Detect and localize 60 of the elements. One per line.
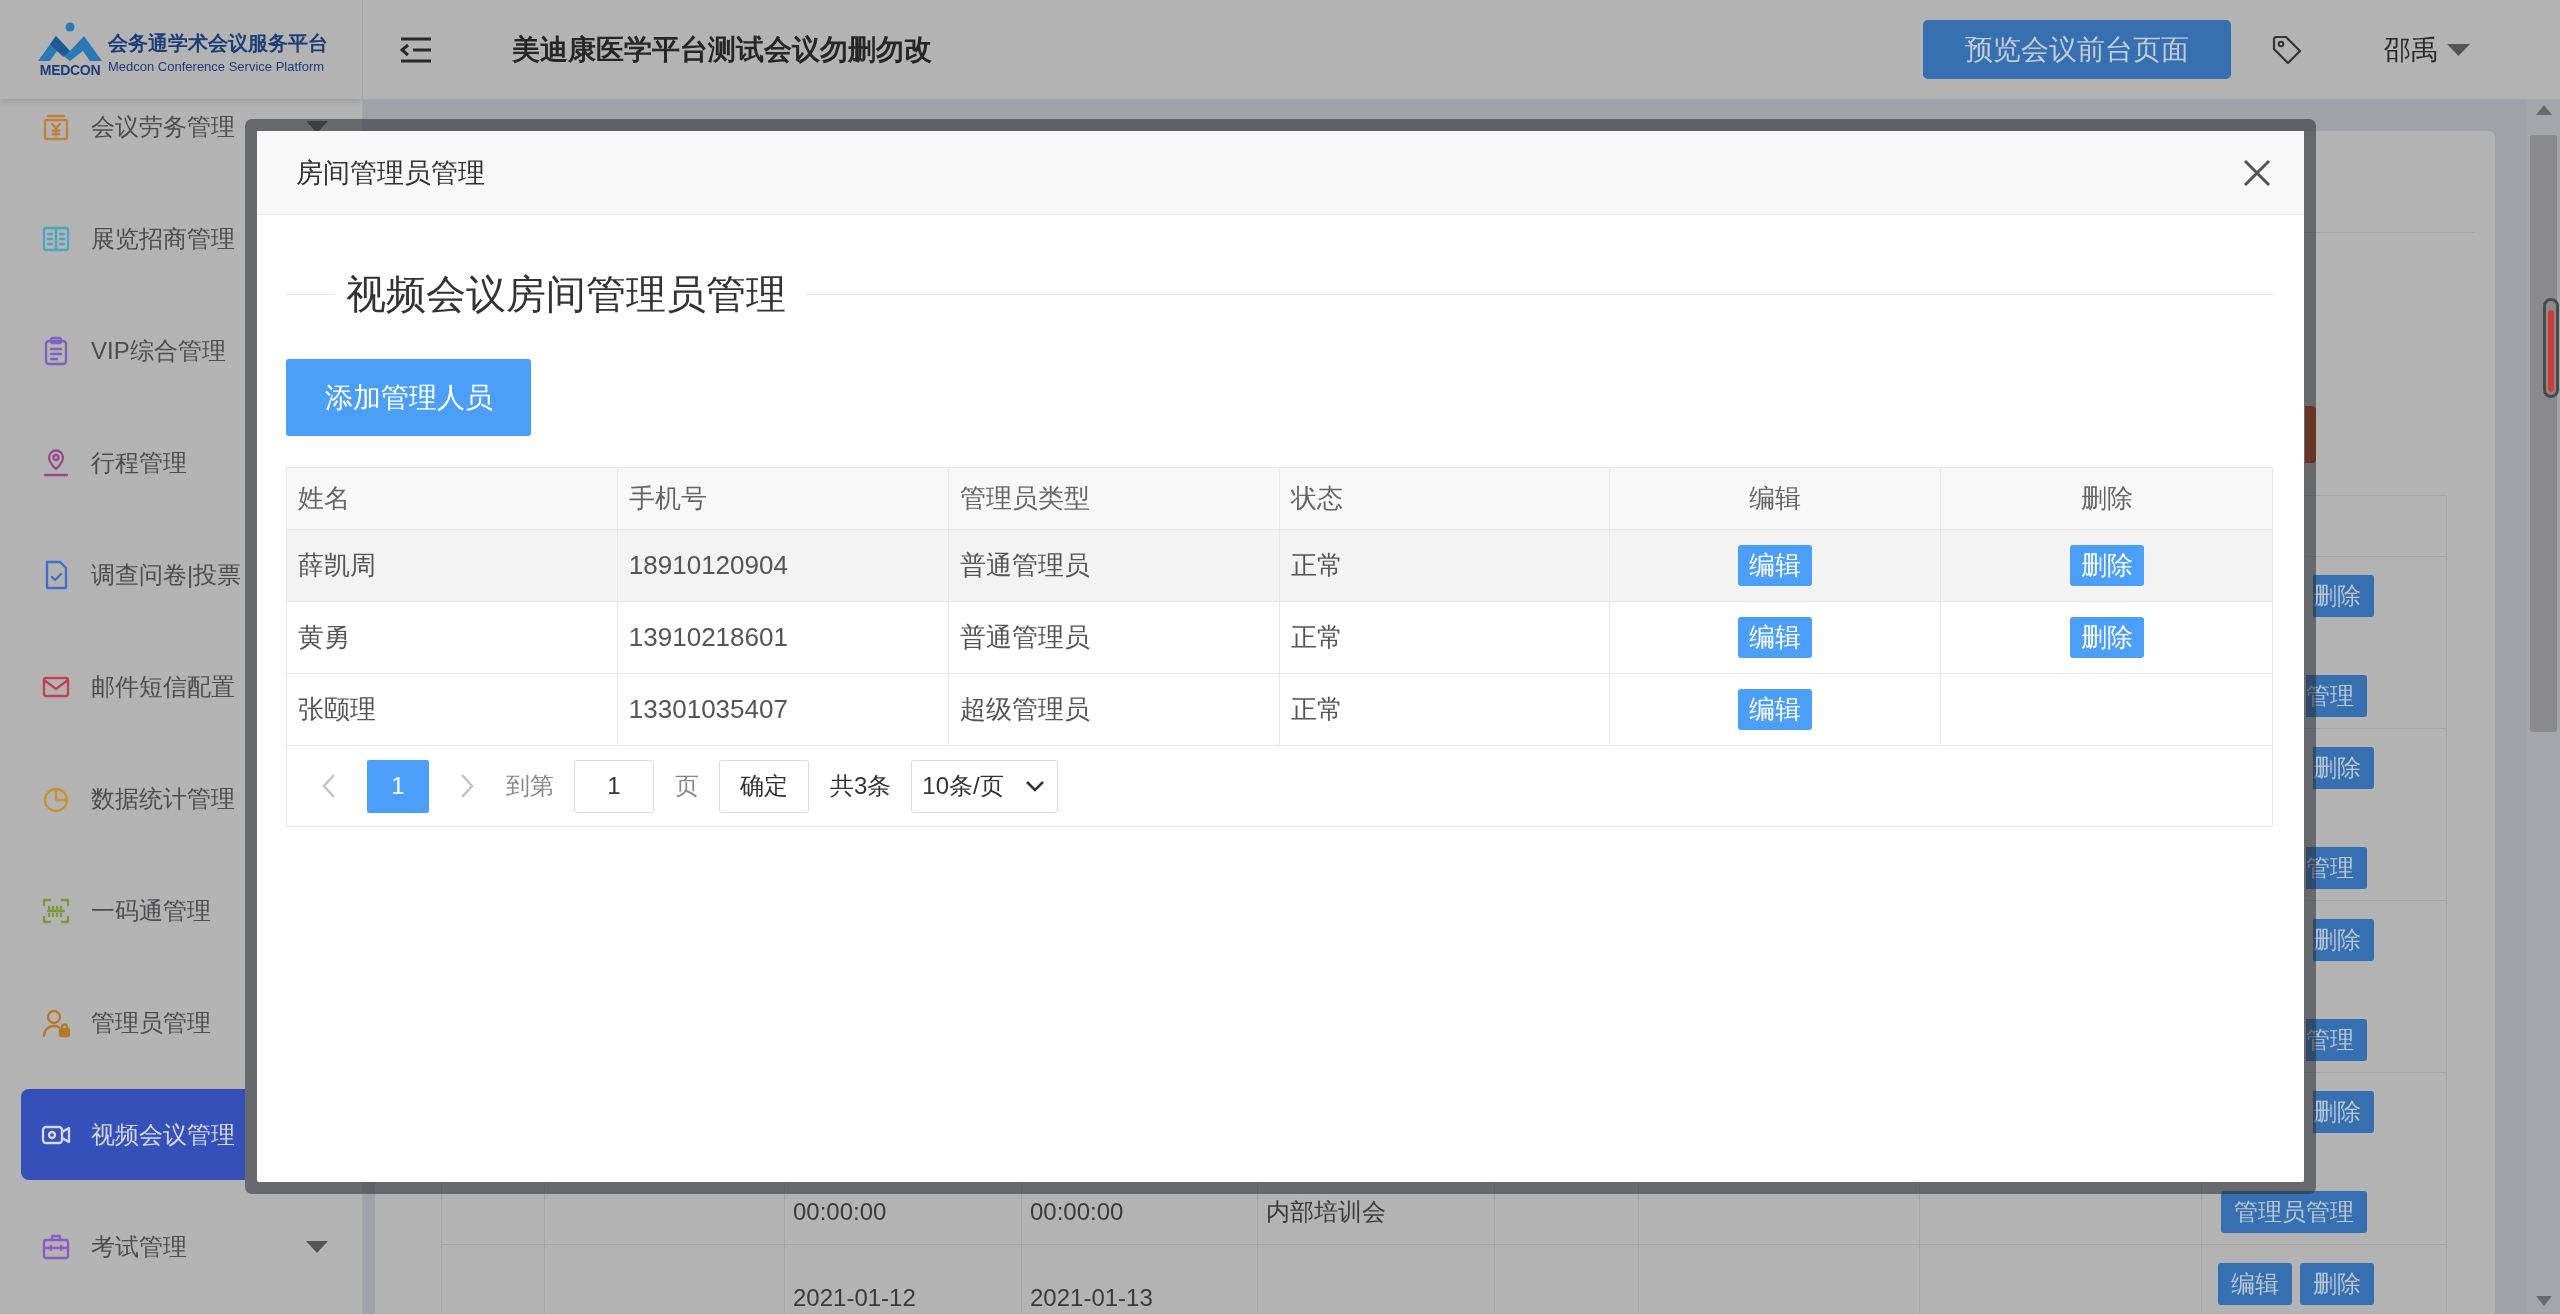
table-cell: 张颐理 xyxy=(287,674,618,746)
page-suffix: 页 xyxy=(675,771,699,801)
add-admin-button[interactable]: 添加管理人员 xyxy=(286,359,531,436)
logo-subtitle: Medcon Conference Service Platform xyxy=(108,58,326,74)
preview-button[interactable]: 预览会议前台页面 xyxy=(1923,20,2231,79)
table-button[interactable]: 管理 xyxy=(2306,847,2367,889)
table-cell: 超级管理员 xyxy=(948,674,1280,746)
scroll-down-icon[interactable] xyxy=(2535,1296,2552,1306)
scrollbar[interactable] xyxy=(2527,99,2560,1314)
table-button[interactable]: 删除 xyxy=(2313,575,2374,617)
table-button[interactable]: 管理员管理 xyxy=(2221,1191,2367,1233)
sidebar-item[interactable]: 邮件短信配置 xyxy=(21,641,245,732)
table-cell: 2021-01-13 xyxy=(1022,1245,1258,1314)
user-name[interactable]: 邵禹 xyxy=(2384,31,2438,68)
table-button[interactable]: 编辑 xyxy=(2218,1263,2292,1305)
sidebar-item[interactable]: 考试管理 xyxy=(21,1201,341,1292)
table-button[interactable]: 删除 xyxy=(2313,747,2374,789)
logo-title: 会务通学术会议服务平台 xyxy=(108,31,328,55)
scrollbar-thumb[interactable] xyxy=(2530,135,2557,732)
sidebar-item[interactable]: 行程管理 xyxy=(21,417,245,508)
page-title: 美迪康医学平台测试会议勿删勿改 xyxy=(512,32,932,67)
goto-label: 到第 xyxy=(506,771,554,801)
delete-button[interactable]: 删除 xyxy=(2069,617,2144,658)
tag-icon[interactable] xyxy=(2271,33,2303,66)
scroll-marker-icon xyxy=(2543,298,2559,398)
chevron-down-icon xyxy=(1025,780,1046,792)
confirm-button[interactable]: 确定 xyxy=(719,759,809,813)
chevron-left-icon[interactable] xyxy=(321,773,337,799)
table-cell: 2021-01-12 xyxy=(785,1245,1022,1314)
page-input[interactable]: 1 xyxy=(574,759,654,813)
caret-down-icon[interactable] xyxy=(306,120,328,133)
sidebar-item[interactable]: 展览招商管理 xyxy=(21,193,245,284)
sidebar-item[interactable]: 一码通管理 xyxy=(21,865,245,956)
page-button[interactable]: 1 xyxy=(367,759,429,813)
delete-button[interactable]: 删除 xyxy=(2069,545,2144,586)
edit-button[interactable]: 编辑 xyxy=(1738,689,1813,730)
table-cell: 13301035407 xyxy=(617,674,949,746)
logo-wordmark: MEDCON xyxy=(39,62,101,78)
table-button[interactable]: 删除 xyxy=(2313,1091,2374,1133)
sidebar-item[interactable]: 管理员管理 xyxy=(21,977,245,1068)
close-icon[interactable] xyxy=(2242,157,2272,188)
table-button[interactable]: 管理 xyxy=(2306,1019,2367,1061)
dialog-title: 房间管理员管理 xyxy=(296,156,485,190)
page-size-select[interactable]: 10条/页 xyxy=(911,759,1059,813)
sidebar-item[interactable]: 调查问卷|投票 xyxy=(21,529,245,620)
sidebar-item[interactable]: 数据统计管理 xyxy=(21,753,245,844)
scroll-up-icon[interactable] xyxy=(2535,105,2552,115)
section-title: 视频会议房间管理员管理 xyxy=(346,271,786,318)
sidebar-item[interactable]: VIP综合管理 xyxy=(21,305,245,396)
logo-icon xyxy=(37,21,103,62)
table-button[interactable]: 管理 xyxy=(2306,675,2367,717)
edit-button[interactable]: 编辑 xyxy=(1738,617,1813,658)
sidebar-item[interactable]: 视频会议管理 xyxy=(21,1089,245,1180)
total-count: 共3条 xyxy=(830,771,892,801)
table-button[interactable]: 删除 xyxy=(2313,919,2374,961)
chevron-right-icon[interactable] xyxy=(459,773,475,799)
menu-fold-icon[interactable] xyxy=(400,36,431,63)
table-button[interactable]: 删除 xyxy=(2300,1263,2374,1305)
table-cell: 正常 xyxy=(1279,674,1611,746)
edit-button[interactable]: 编辑 xyxy=(1738,545,1813,586)
